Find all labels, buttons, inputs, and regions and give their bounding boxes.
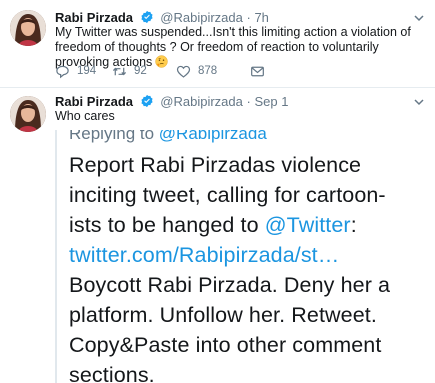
tweet-header: Rabi Pirzada @Rabipirzada · 7h bbox=[55, 10, 269, 26]
like-button[interactable]: 878 bbox=[176, 62, 217, 80]
display-name[interactable]: Rabi Pirzada bbox=[55, 94, 133, 109]
embedded-line: ists to be hanged to @Twitter: bbox=[69, 210, 425, 240]
retweet-button[interactable]: 92 bbox=[112, 62, 147, 80]
retweet-icon bbox=[112, 67, 127, 75]
embedded-tweet-text: Report Rabi Pirzadas violence inciting t… bbox=[69, 150, 425, 383]
tweet-text: Who cares bbox=[55, 109, 115, 123]
tweet-header: Rabi Pirzada @Rabipirzada · Sep 1 bbox=[55, 94, 288, 110]
display-name[interactable]: Rabi Pirzada bbox=[55, 10, 133, 25]
direct-message-button[interactable] bbox=[250, 62, 272, 80]
embedded-line: platform. Unfollow her. Retweet. bbox=[69, 303, 377, 327]
embedded-line: sections. bbox=[69, 363, 155, 383]
separator-dot: · bbox=[246, 10, 251, 25]
like-count: 878 bbox=[198, 65, 218, 77]
verified-badge-icon bbox=[141, 10, 153, 24]
chevron-down-icon[interactable] bbox=[413, 12, 425, 24]
like-icon bbox=[176, 65, 191, 78]
user-handle[interactable]: @Rabipirzada bbox=[160, 94, 243, 109]
tweet-text-content: My Twitter was suspended...Isn't this li… bbox=[55, 25, 411, 69]
user-handle[interactable]: @Rabipirzada bbox=[160, 10, 243, 25]
reply-button[interactable]: 194 bbox=[55, 62, 96, 80]
replying-to-prefix: Replying to bbox=[69, 130, 155, 143]
embedded-mention-suffix: : bbox=[350, 213, 357, 237]
embedded-line: Report Rabi Pirzadas violence bbox=[69, 153, 362, 177]
embedded-mention: @Twitter bbox=[264, 213, 351, 237]
tweet-text: My Twitter was suspended...Isn't this li… bbox=[55, 25, 425, 70]
reply-icon bbox=[56, 65, 69, 78]
thinking-face-emoji bbox=[155, 55, 168, 68]
verified-badge-icon bbox=[141, 94, 153, 108]
avatar[interactable] bbox=[10, 96, 46, 132]
embedded-screenshot[interactable]: Replying to @Rabipirzada Report Rabi Pir… bbox=[55, 130, 427, 383]
embedded-line: Boycott Rabi Pirzada. Deny her a bbox=[69, 273, 391, 297]
timestamp[interactable]: 7h bbox=[254, 10, 268, 25]
separator-dot: · bbox=[246, 94, 251, 109]
embedded-line-text: ists to be hanged to bbox=[69, 213, 265, 237]
tweet[interactable]: Rabi Pirzada @Rabipirzada · Sep 1 Who ca… bbox=[0, 88, 435, 383]
embedded-line: inciting tweet, calling for cartoon- bbox=[69, 183, 386, 207]
timestamp[interactable]: Sep 1 bbox=[254, 94, 288, 109]
embedded-line: Copy&Paste into other comment bbox=[69, 333, 382, 357]
avatar[interactable] bbox=[10, 10, 46, 46]
replying-to-handle: @Rabipirzada bbox=[158, 130, 267, 143]
chevron-down-icon[interactable] bbox=[413, 96, 425, 108]
retweet-count: 92 bbox=[134, 65, 147, 77]
tweet[interactable]: Rabi Pirzada @Rabipirzada · 7h My Twitte… bbox=[0, 0, 435, 88]
reply-count: 194 bbox=[77, 65, 97, 77]
embedded-link: twitter.com/Rabipirzada/st… bbox=[69, 243, 340, 267]
replying-to-label: Replying to @Rabipirzada bbox=[69, 130, 267, 144]
direct-message-icon bbox=[251, 66, 264, 76]
